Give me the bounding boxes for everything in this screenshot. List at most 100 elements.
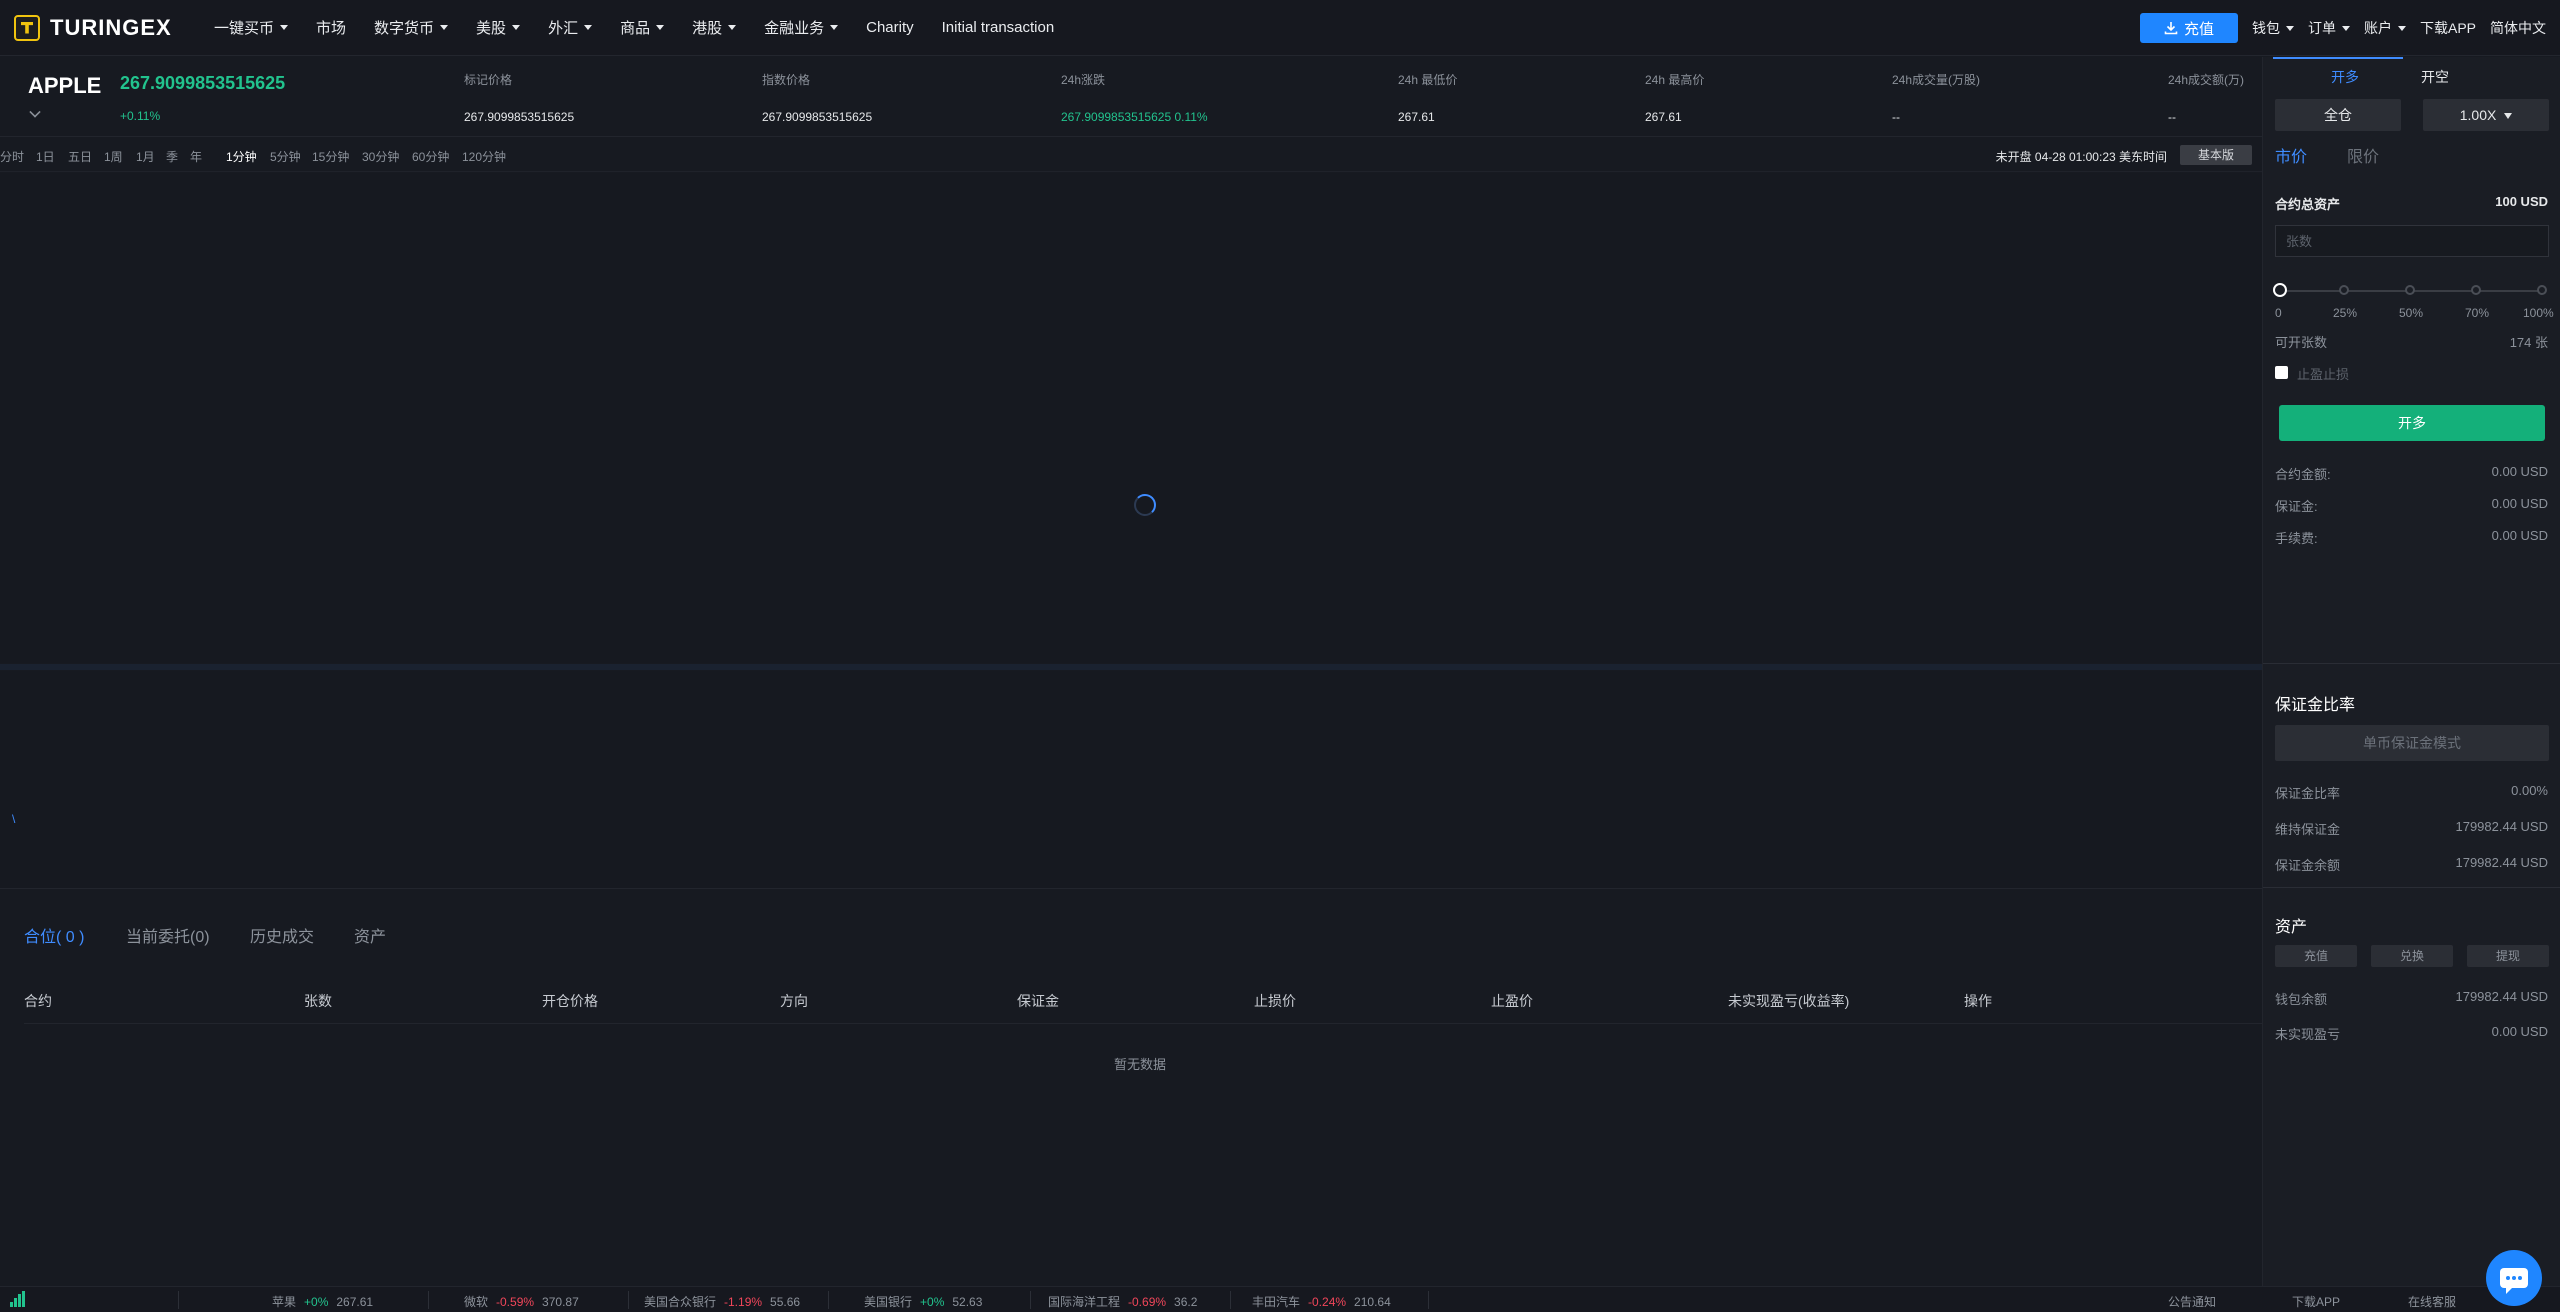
indicator-chart[interactable] [0, 671, 2262, 889]
nav-item-finance[interactable]: 金融业务 [764, 17, 839, 38]
asset-row-value: 0.00 USD [2491, 1024, 2548, 1039]
quantity-input[interactable] [2275, 225, 2549, 257]
slider-stop[interactable] [2471, 285, 2481, 295]
tab-open-long[interactable]: 开多 [2331, 67, 2359, 87]
open-long-button[interactable]: 开多 [2279, 405, 2545, 441]
interval-tab[interactable]: 30分钟 [362, 148, 399, 165]
nav-item-crypto[interactable]: 数字货币 [374, 17, 449, 38]
leverage-select[interactable]: 1.00X [2423, 99, 2549, 131]
ticker-item[interactable]: 苹果 +0% 267.61 [272, 1293, 373, 1310]
ticker-name: 美国合众银行 [644, 1295, 717, 1309]
interval-tab[interactable]: 120分钟 [462, 148, 506, 165]
tab-open-short[interactable]: 开空 [2421, 67, 2449, 87]
nav-item-quick-buy[interactable]: 一键买币 [214, 17, 289, 38]
ticker-item[interactable]: 美国合众银行 -1.19% 55.66 [644, 1293, 800, 1310]
summary-value: 0.00 USD [2491, 464, 2548, 479]
summary-label: 手续费: [2275, 531, 2318, 546]
active-tab-indicator [2273, 57, 2403, 59]
ticker-item[interactable]: 国际海洋工程 -0.69% 36.2 [1048, 1293, 1197, 1310]
slider-label: 0 [2275, 306, 2282, 320]
ticker-name: 国际海洋工程 [1048, 1295, 1121, 1309]
margin-mode-button[interactable]: 全仓 [2275, 99, 2401, 131]
ticker-item[interactable]: 丰田汽车 -0.24% 210.64 [1252, 1293, 1391, 1310]
period-tab[interactable]: 季 [166, 148, 178, 165]
brand-logo[interactable]: TURINGEX [14, 14, 194, 41]
tab-positions[interactable]: 合位( 0 ) [24, 923, 84, 947]
chart-view-button[interactable]: 基本版 [2180, 145, 2252, 165]
slider-stop[interactable] [2405, 285, 2415, 295]
slider-stop[interactable] [2339, 285, 2349, 295]
asset-exchange-button[interactable]: 兑换 [2371, 945, 2453, 967]
stat-label: 标记价格 [464, 73, 513, 87]
stat-value: 267.61 [1645, 110, 1682, 124]
stat-value: 267.9099853515625 [464, 110, 575, 124]
ticker-header: APPLE 267.9099853515625 +0.11% 标记价格 267.… [0, 57, 2262, 137]
chart-resize-handle[interactable] [0, 664, 2262, 670]
deposit-button[interactable]: 充值 [2139, 13, 2238, 43]
interval-tab[interactable]: 1分钟 [226, 148, 257, 165]
nav-right: 充值 钱包 订单 账户 下载APP 简体中文 [2139, 0, 2560, 56]
caret-down-icon [440, 25, 449, 30]
stat-24h-low: 24h 最低价 267.61 [1398, 71, 1457, 124]
caret-down-icon [728, 25, 737, 30]
nav-label: 订单 [2307, 20, 2336, 36]
slider-stop[interactable] [2537, 285, 2547, 295]
asset-deposit-button[interactable]: 充值 [2275, 945, 2357, 967]
language-selector[interactable]: 简体中文 [2490, 18, 2546, 38]
logo-icon [14, 14, 40, 41]
ticker-item[interactable]: 微软 -0.59% 370.87 [464, 1293, 579, 1310]
tab-assets[interactable]: 资产 [354, 923, 386, 947]
stat-value: -- [1892, 110, 1900, 124]
nav-item-account[interactable]: 账户 [2364, 18, 2406, 38]
nav-item-charity[interactable]: Charity [866, 19, 914, 36]
ticker-change: -1.19% [724, 1295, 763, 1309]
single-margin-mode-button[interactable]: 单币保证金模式 [2275, 725, 2549, 761]
chat-support-button[interactable] [2486, 1250, 2542, 1306]
period-tab[interactable]: 1日 [36, 148, 55, 165]
nav-item-forex[interactable]: 外汇 [548, 17, 593, 38]
ticker-change: +0% [920, 1295, 945, 1309]
ticker-change: -0.69% [1128, 1295, 1167, 1309]
announcements-link[interactable]: 公告通知 [2168, 1293, 2216, 1310]
stat-24h-change: 24h涨跌 267.9099853515625 0.11% [1061, 71, 1208, 124]
chevron-down-icon[interactable] [29, 106, 41, 118]
period-tab[interactable]: 分时 [0, 148, 24, 165]
interval-tab[interactable]: 5分钟 [270, 148, 301, 165]
slider-label: 25% [2333, 306, 2358, 320]
nav-label: 账户 [2363, 20, 2392, 36]
nav-item-wallet[interactable]: 钱包 [2252, 18, 2294, 38]
ticker-item[interactable]: 美国银行 +0% 52.63 [864, 1293, 982, 1310]
online-support-link[interactable]: 在线客服 [2408, 1293, 2456, 1310]
tab-trade-history[interactable]: 历史成交 [250, 923, 314, 947]
nav-item-market[interactable]: 市场 [316, 17, 346, 38]
nav-item-initial-transaction[interactable]: Initial transaction [942, 19, 1055, 36]
interval-tab[interactable]: 15分钟 [312, 148, 349, 165]
period-tab[interactable]: 1周 [104, 148, 123, 165]
price-chart[interactable] [0, 173, 2262, 663]
order-type-limit[interactable]: 限价 [2347, 143, 2379, 167]
slider-label: 50% [2399, 306, 2424, 320]
period-tab[interactable]: 五日 [68, 148, 92, 165]
divider [628, 1291, 629, 1309]
caret-down-icon [2285, 25, 2294, 31]
nav-label: 金融业务 [764, 20, 825, 37]
period-tab[interactable]: 1月 [136, 148, 155, 165]
nav-item-hk-stocks[interactable]: 港股 [692, 17, 737, 38]
interval-tab[interactable]: 60分钟 [412, 148, 449, 165]
margin-row-label: 保证金余额 [2275, 858, 2341, 873]
asset-withdraw-button[interactable]: 提现 [2467, 945, 2549, 967]
symbol-name[interactable]: APPLE [28, 73, 101, 99]
available-qty-value: 174 张 [2509, 335, 2548, 350]
order-type-market[interactable]: 市价 [2275, 143, 2307, 167]
period-tab[interactable]: 年 [190, 148, 202, 165]
slider-handle[interactable] [2273, 283, 2287, 297]
tab-open-orders[interactable]: 当前委托(0) [126, 923, 210, 947]
nav-item-us-stocks[interactable]: 美股 [476, 17, 521, 38]
slider-label: 70% [2465, 306, 2490, 320]
nav-item-orders[interactable]: 订单 [2308, 18, 2350, 38]
sltp-checkbox[interactable] [2275, 366, 2288, 379]
download-app-link[interactable]: 下载APP [2292, 1293, 2340, 1310]
nav-item-download-app[interactable]: 下载APP [2420, 18, 2476, 38]
nav-item-commodities[interactable]: 商品 [620, 17, 665, 38]
margin-row-label: 维持保证金 [2275, 822, 2341, 837]
